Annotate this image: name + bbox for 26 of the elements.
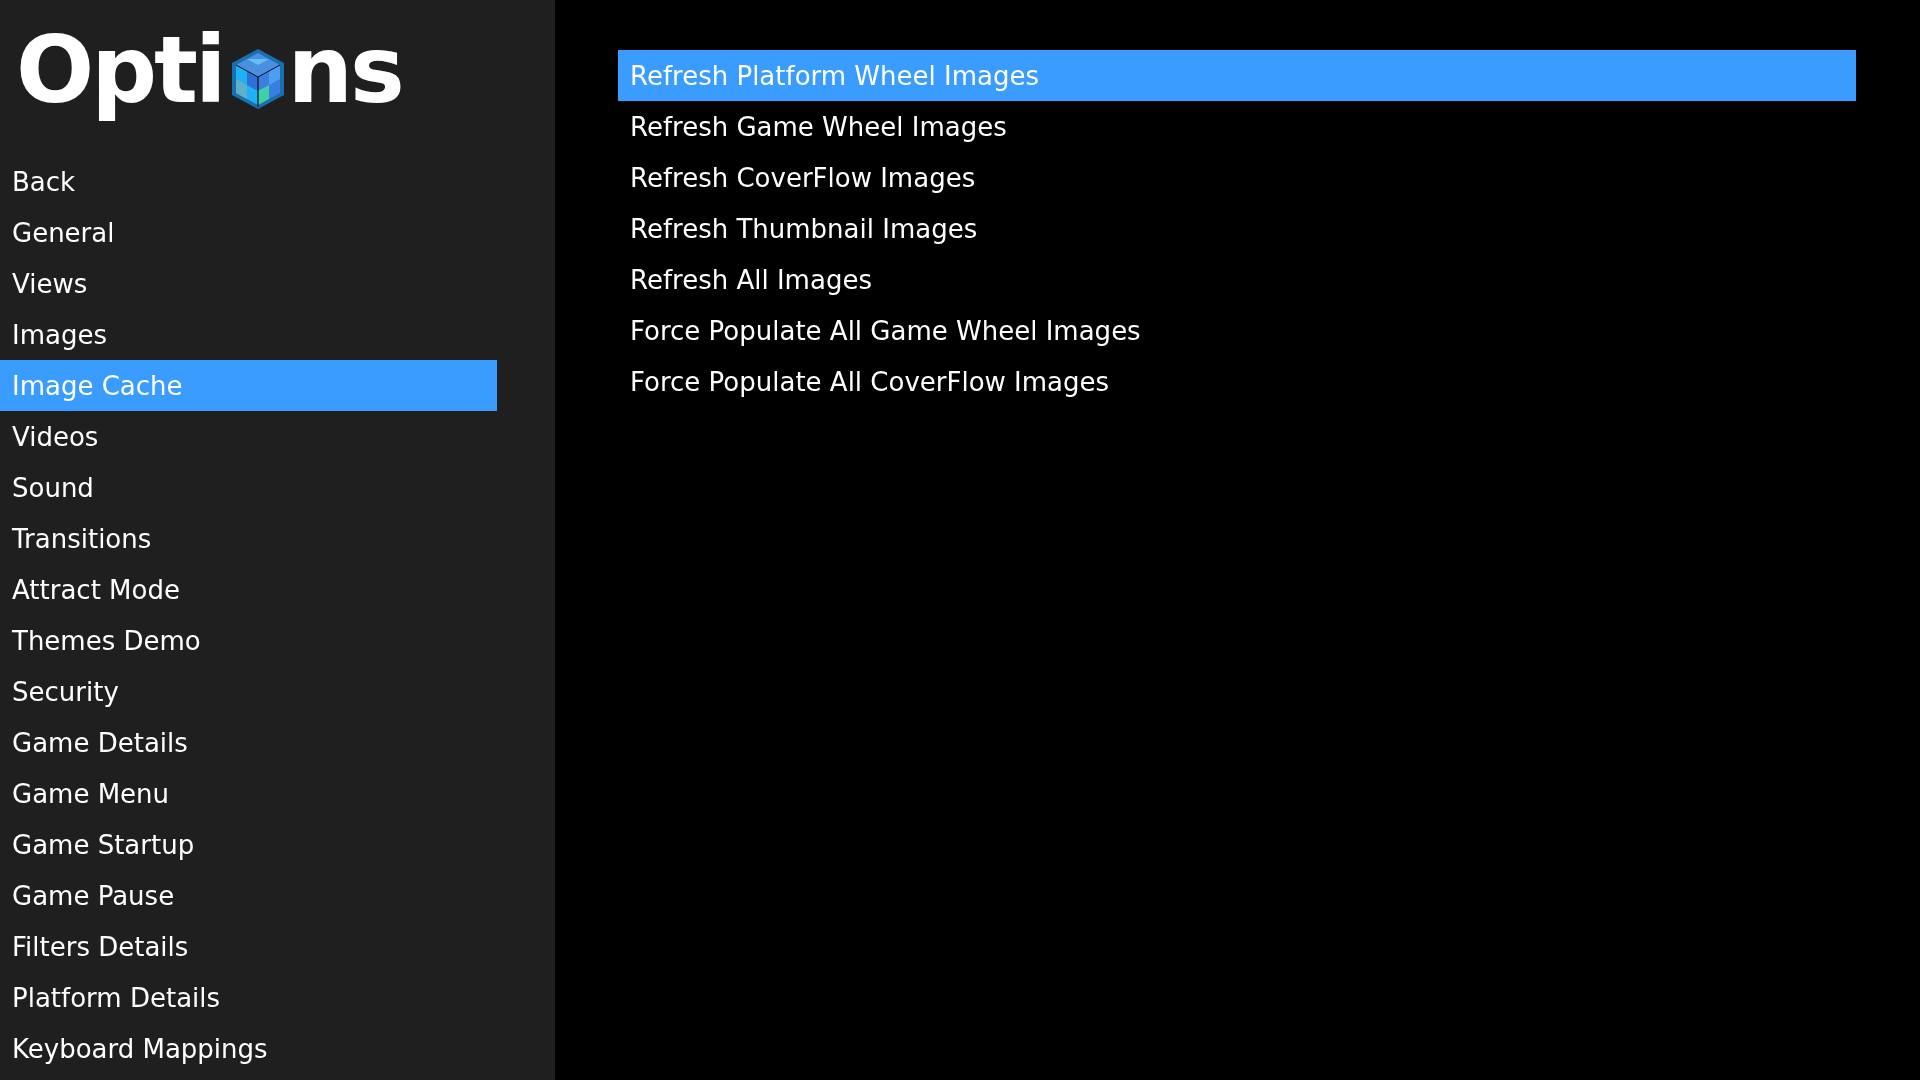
sidebar-item[interactable]: Back: [0, 156, 497, 207]
sidebar-item[interactable]: Security: [0, 666, 497, 717]
sidebar-item[interactable]: Attract Mode: [0, 564, 497, 615]
sidebar-item[interactable]: Transitions: [0, 513, 497, 564]
title-text: ns: [287, 15, 403, 126]
sidebar-item[interactable]: Keyboard Mappings: [0, 1023, 497, 1074]
sidebar-item[interactable]: Views: [0, 258, 497, 309]
sidebar-item[interactable]: Game Menu: [0, 768, 497, 819]
sidebar-item[interactable]: Game Startup: [0, 819, 497, 870]
menu-item[interactable]: Refresh CoverFlow Images: [618, 152, 1856, 203]
sidebar-item[interactable]: Platform Details: [0, 972, 497, 1023]
sidebar-item[interactable]: Game Details: [0, 717, 497, 768]
sidebar-item[interactable]: General: [0, 207, 497, 258]
menu-item[interactable]: Force Populate All Game Wheel Images: [618, 305, 1856, 356]
sidebar-item[interactable]: Filters Details: [0, 921, 497, 972]
sidebar-item[interactable]: Videos: [0, 411, 497, 462]
sidebar-item[interactable]: Themes Demo: [0, 615, 497, 666]
menu-item[interactable]: Force Populate All CoverFlow Images: [618, 356, 1856, 407]
cube-icon: [229, 47, 286, 111]
sidebar-item[interactable]: Sound: [0, 462, 497, 513]
menu-item[interactable]: Refresh Thumbnail Images: [618, 203, 1856, 254]
menu-item[interactable]: Refresh Game Wheel Images: [618, 101, 1856, 152]
menu-item[interactable]: Refresh All Images: [618, 254, 1856, 305]
sidebar-item[interactable]: Game Pause: [0, 870, 497, 921]
sidebar-item[interactable]: Images: [0, 309, 497, 360]
title-text: Opti: [16, 15, 225, 126]
